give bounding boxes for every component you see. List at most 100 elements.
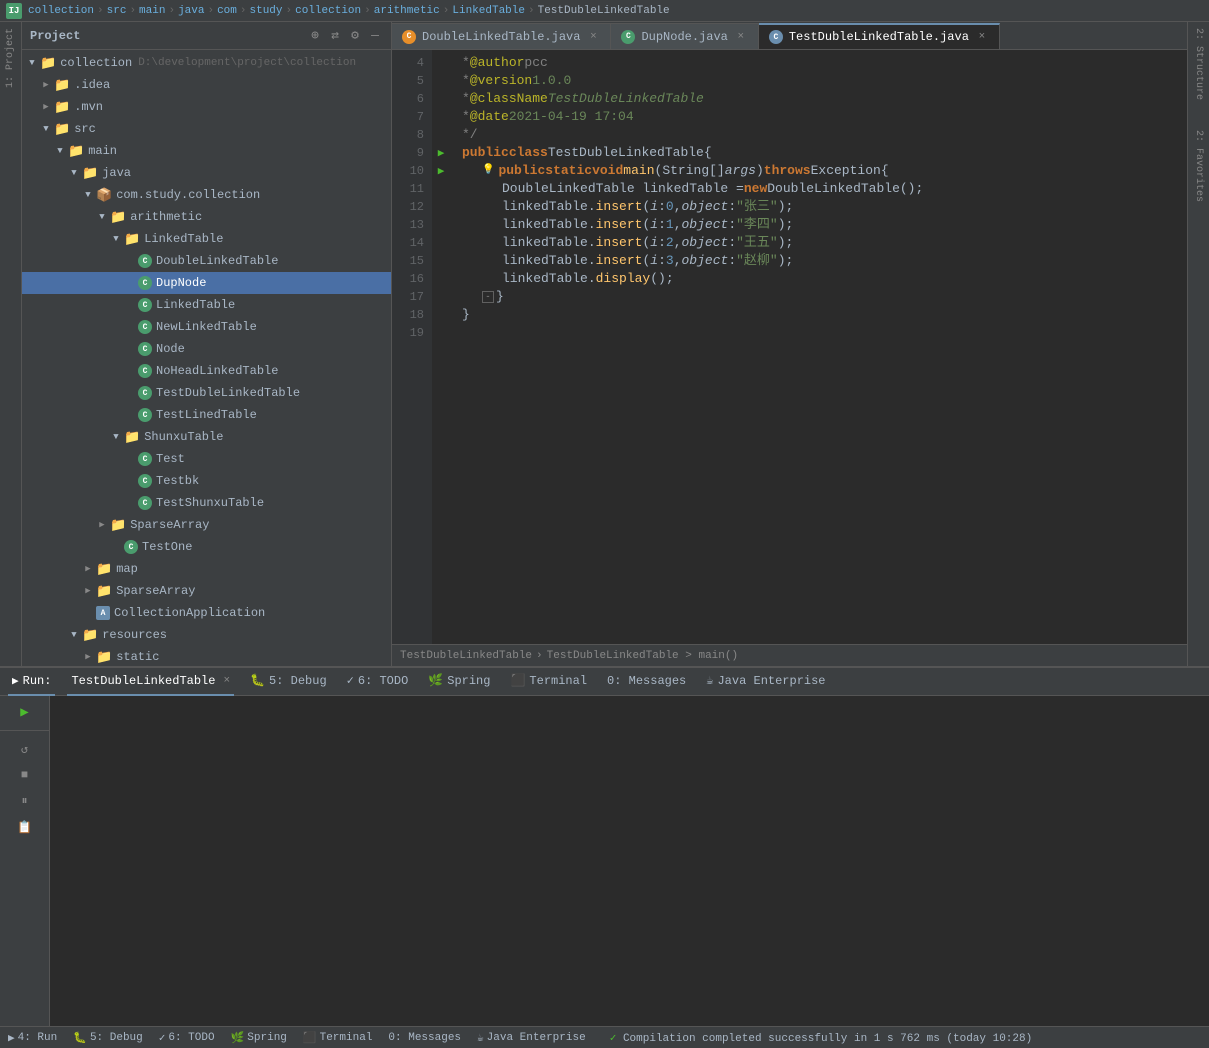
tree-resources[interactable]: ▼ 📁 resources [22,624,391,646]
tree-java[interactable]: ▼ 📁 java [22,162,391,184]
run-tab-spring[interactable]: 🌿 Spring [424,668,494,696]
status-terminal[interactable]: ⬛ Terminal [303,1031,373,1045]
tree-testshunxutable[interactable]: C TestShunxuTable [22,492,391,514]
status-spring[interactable]: 🌿 Spring [231,1031,287,1045]
tree-noheadlinkedtable[interactable]: C NoHeadLinkedTable [22,360,391,382]
tree-idea[interactable]: ▶ 📁 .idea [22,74,391,96]
run-play-button[interactable]: ▶ [15,702,35,722]
bc-arithmetic[interactable]: arithmetic [374,5,440,17]
bc-testduble[interactable]: TestDubleLinkedTable [538,5,670,17]
code-line-16: linkedTable.display(); [462,270,1187,288]
bc-linkedtable[interactable]: LinkedTable [452,5,525,17]
run-tab-bar: ▶ Run: TestDubleLinkedTable × 🐛 5: Debug… [0,668,1209,696]
tree-dupnode[interactable]: C DupNode [22,272,391,294]
tree-main[interactable]: ▼ 📁 main [22,140,391,162]
run-dump-button[interactable]: 📋 [15,817,35,837]
status-debug[interactable]: 🐛 5: Debug [73,1031,143,1045]
run-tab-terminal[interactable]: ⬛ Terminal [506,668,591,696]
sidebar-project-label[interactable]: 1: Project [3,26,18,90]
run-stop-button[interactable]: ■ [15,765,35,785]
tree-testbk[interactable]: C Testbk [22,470,391,492]
status-messages[interactable]: 0: Messages [388,1032,461,1044]
code-line-19 [462,324,1187,342]
arrow-shunxutable: ▼ [110,431,122,443]
status-java-enterprise[interactable]: ☕ Java Enterprise [477,1031,586,1045]
tree-collectionapp[interactable]: A CollectionApplication [22,602,391,624]
code-line-9: public class TestDubleLinkedTable { [462,144,1187,162]
tree-src[interactable]: ▼ 📁 src [22,118,391,140]
code-line-14: linkedTable.insert(i: 2, object: "王五"); [462,234,1187,252]
project-icon1[interactable]: ⊕ [307,28,323,44]
run-arrow-9[interactable]: ▶ [432,144,450,162]
bc-java[interactable]: java [178,5,204,17]
editor-bc-class[interactable]: TestDubleLinkedTable [400,650,532,662]
arrow-static: ▶ [82,651,94,663]
bc-com[interactable]: com [217,5,237,17]
status-java-enterprise-label: Java Enterprise [487,1032,586,1044]
editor-bc-method[interactable]: TestDubleLinkedTable > main() [547,650,738,662]
tree-static[interactable]: ▶ 📁 static [22,646,391,666]
tree-node[interactable]: C Node [22,338,391,360]
run-tab-java-enterprise[interactable]: ☕ Java Enterprise [702,668,829,696]
bc-collection[interactable]: collection [28,5,94,17]
run-tab-testduble[interactable]: TestDubleLinkedTable × [67,668,234,696]
run-tab-todo[interactable]: ✓ 6: TODO [343,668,413,696]
sidebar-favorites-label[interactable]: 2: Favorites [1191,128,1206,204]
tree-sparsearray[interactable]: ▶ 📁 SparseArray [22,514,391,536]
run-content: ▶ ↺ ■ ⏸ 📋 [0,696,1209,1026]
arrow-main: ▼ [54,145,66,157]
project-toolbar: Project ⊕ ⇄ ⚙ — [22,22,391,50]
editor-breadcrumb-bar: TestDubleLinkedTable › TestDubleLinkedTa… [392,644,1187,666]
bc-main[interactable]: main [139,5,165,17]
tree-testduble[interactable]: C TestDubleLinkedTable [22,382,391,404]
run-pause-button[interactable]: ⏸ [15,791,35,811]
run-rerun-button[interactable]: ↺ [15,739,35,759]
run-tab-debug[interactable]: 🐛 5: Debug [246,668,331,696]
tree-com[interactable]: ▼ 📦 com.study.collection [22,184,391,206]
status-spring-icon: 🌿 [231,1031,245,1045]
status-run[interactable]: ▶ 4: Run [8,1031,57,1045]
tree-doublelinkedtable[interactable]: C DoubleLinkedTable [22,250,391,272]
tab-doublelinkedtable[interactable]: C DoubleLinkedTable.java × [392,23,611,49]
arrow-collection: ▼ [26,57,38,69]
tree-shunxutable[interactable]: ▼ 📁 ShunxuTable [22,426,391,448]
tree-collection[interactable]: ▼ 📁 collection D:\development\project\co… [22,52,391,74]
app-icon-collectionapp: A [96,606,110,620]
tree-testlinedtable[interactable]: C TestLinedTable [22,404,391,426]
arrow-linkedtable: ▼ [110,233,122,245]
code-line-12: linkedTable.insert(i: 0, object: "张三"); [462,198,1187,216]
tree-map[interactable]: ▶ 📁 map [22,558,391,580]
tree-testone[interactable]: C TestOne [22,536,391,558]
class-icon-testduble: C [138,386,152,400]
title-bar: IJ collection › src › main › java › com … [0,0,1209,22]
tree-sparsearray2[interactable]: ▶ 📁 SparseArray [22,580,391,602]
tab-testduble[interactable]: C TestDubleLinkedTable.java × [759,23,1000,49]
bc-src[interactable]: src [107,5,127,17]
fold-marker-17[interactable]: - [482,291,494,303]
tree-mvn[interactable]: ▶ 📁 .mvn [22,96,391,118]
sidebar-structure-label[interactable]: 2: Structure [1191,26,1206,102]
bc-study[interactable]: study [250,5,283,17]
tab-close-testduble[interactable]: × [975,30,989,44]
run-tab-messages[interactable]: 0: Messages [603,668,690,696]
tree-linkedtable-class[interactable]: C LinkedTable [22,294,391,316]
run-tab-close[interactable]: × [223,675,230,687]
run-tab-run[interactable]: ▶ Run: [8,668,55,696]
project-icon2[interactable]: ⇄ [327,28,343,44]
tree-test[interactable]: C Test [22,448,391,470]
bulb-icon[interactable]: 💡 [482,162,494,180]
project-settings[interactable]: ⚙ [347,28,363,44]
bc-collection2[interactable]: collection [295,5,361,17]
tree-newlinkedtable[interactable]: C NewLinkedTable [22,316,391,338]
project-minimize[interactable]: — [367,28,383,44]
status-todo[interactable]: ✓ 6: TODO [159,1031,215,1045]
tab-close-dupnode[interactable]: × [734,30,748,44]
tree-arithmetic[interactable]: ▼ 📁 arithmetic [22,206,391,228]
success-icon: ✓ [610,1033,623,1045]
tree-linkedtable-folder[interactable]: ▼ 📁 LinkedTable [22,228,391,250]
tab-close-doublelinkedtable[interactable]: × [586,30,600,44]
code-content[interactable]: * @author pcc * @version 1.0.0 * @classN… [450,50,1187,644]
run-arrow-10[interactable]: ▶ [432,162,450,180]
code-line-13: linkedTable.insert(i: 1, object: "李四"); [462,216,1187,234]
tab-dupnode[interactable]: C DupNode.java × [611,23,758,49]
